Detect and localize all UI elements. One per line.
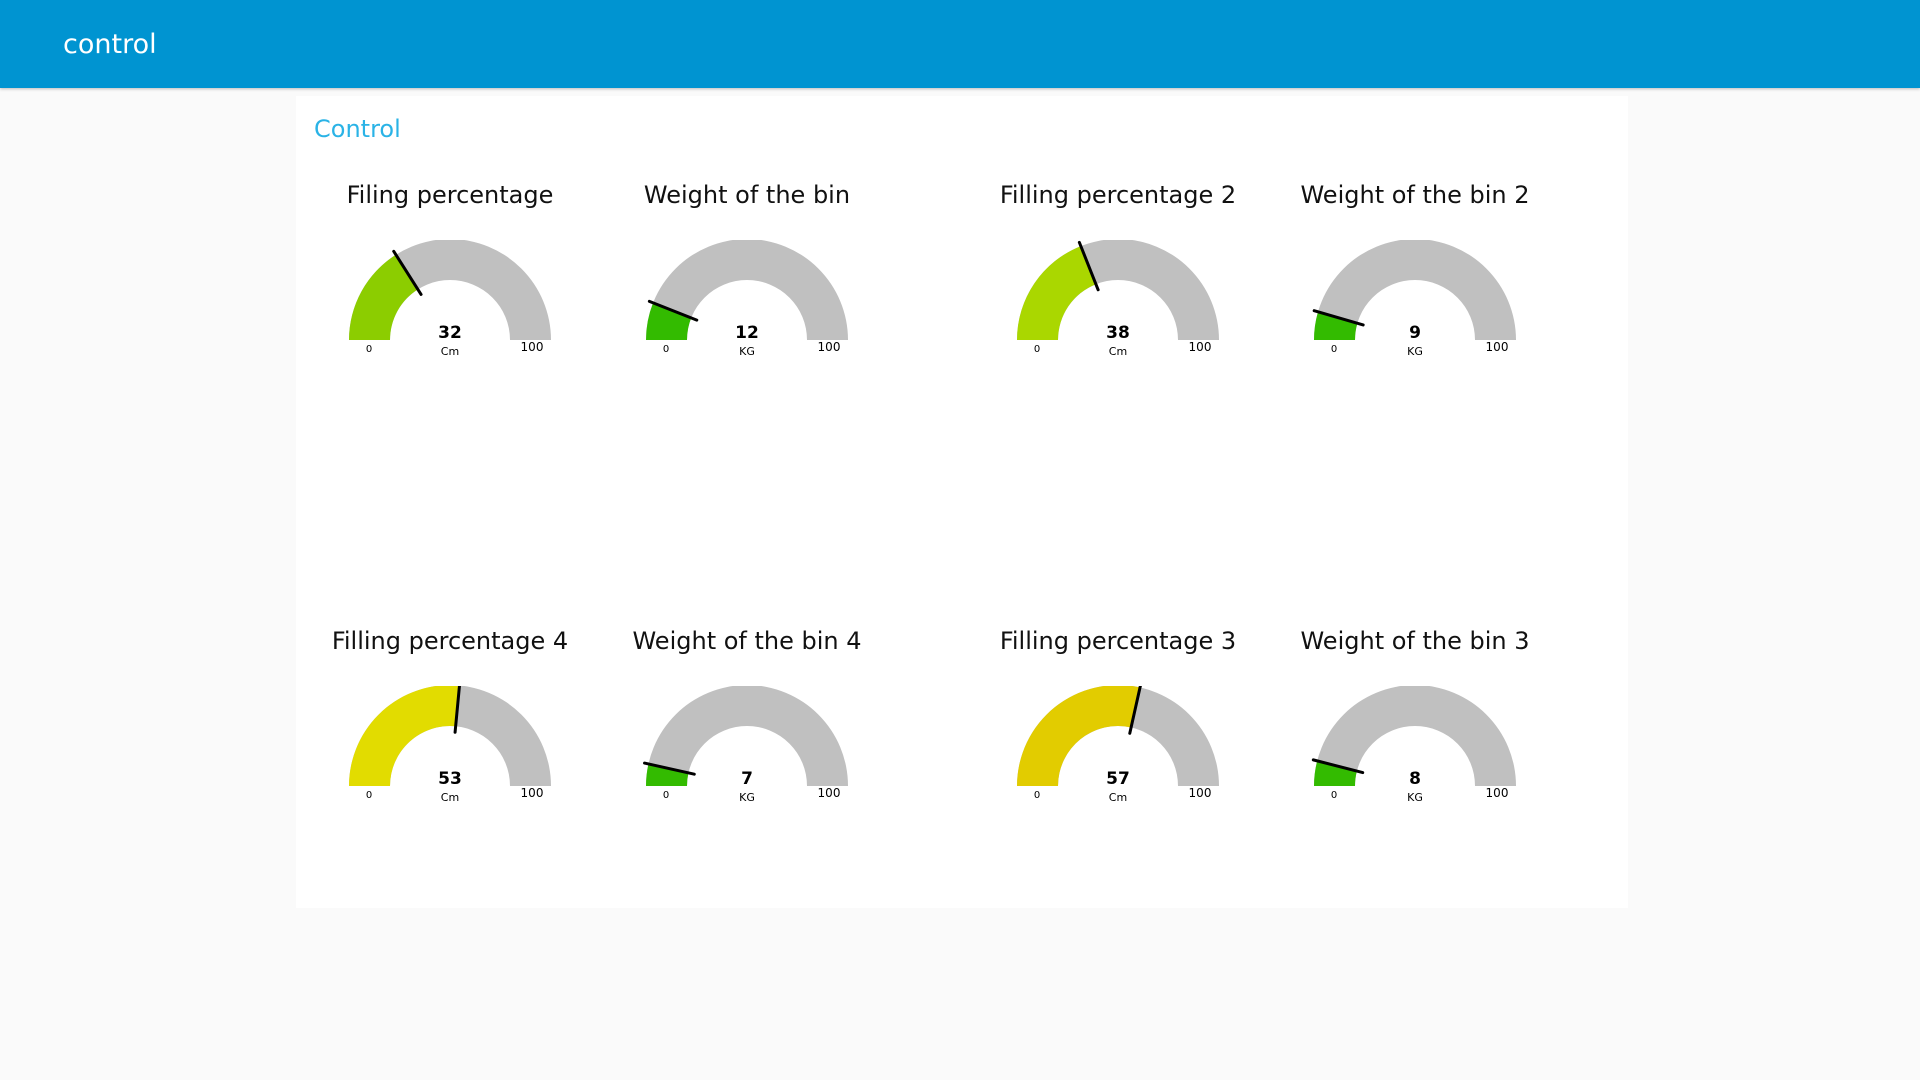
gauge-weight-of-the-bin-3: Weight of the bin 3 8 KG 0 100 xyxy=(1275,626,1555,886)
gauge-title: Weight of the bin 4 xyxy=(632,627,862,655)
gauge-title: Filling percentage 4 xyxy=(331,627,569,655)
gauge-svg: 38 Cm 0 100 xyxy=(1017,240,1219,358)
gauge-value: 12 xyxy=(735,323,759,343)
gauge-svg: 9 KG 0 100 xyxy=(1312,240,1516,358)
gauge-weight-of-the-bin-2: Weight of the bin 2 9 KG 0 100 xyxy=(1275,180,1555,440)
gauge-min-label: 0 xyxy=(663,790,669,801)
gauge-min-label: 0 xyxy=(1034,344,1040,355)
gauge-filling-percentage-3: Filling percentage 3 57 Cm 0 100 xyxy=(978,626,1258,886)
gauge-title: Weight of the bin 2 xyxy=(1300,181,1530,209)
gauge-value: 57 xyxy=(1106,769,1130,789)
gauge-svg: 7 KG 0 100 xyxy=(643,686,848,804)
gauge-filling-percentage-2: Filling percentage 2 38 Cm 0 100 xyxy=(978,180,1258,440)
gauge-units: KG xyxy=(739,345,755,358)
gauge-value: 9 xyxy=(1409,323,1421,343)
gauge-svg: 57 Cm 0 100 xyxy=(1017,686,1219,804)
gauge-max-label: 100 xyxy=(1189,786,1212,800)
gauge-max-label: 100 xyxy=(521,786,544,800)
gauge-value: 7 xyxy=(741,769,753,789)
gauge-weight-of-the-bin: Weight of the bin 12 KG 0 100 xyxy=(607,180,887,440)
gauge-weight-of-the-bin-4: Weight of the bin 4 7 KG 0 100 xyxy=(607,626,887,886)
gauge-title: Filling percentage 3 xyxy=(999,627,1237,655)
gauge-filling-percentage-4: Filling percentage 4 53 Cm 0 100 xyxy=(310,626,590,886)
gauge-units: Cm xyxy=(441,791,459,804)
gauge-title: Filling percentage 2 xyxy=(999,181,1237,209)
gauge-units: KG xyxy=(1407,345,1423,358)
gauge-min-label: 0 xyxy=(1034,790,1040,801)
gauge-max-label: 100 xyxy=(818,786,841,800)
gauge-units: KG xyxy=(1407,791,1423,804)
gauge-min-label: 0 xyxy=(1331,790,1337,801)
gauge-title: Weight of the bin 3 xyxy=(1300,627,1530,655)
app-title: control xyxy=(63,29,157,60)
gauge-title: Filing percentage xyxy=(346,181,554,209)
gauge-min-label: 0 xyxy=(366,344,372,355)
gauge-units: Cm xyxy=(441,345,459,358)
gauge-title: Weight of the bin xyxy=(643,181,851,209)
gauge-svg: 12 KG 0 100 xyxy=(646,240,848,358)
panel-title: Control xyxy=(314,115,401,143)
gauge-value: 8 xyxy=(1409,769,1421,789)
gauge-units: KG xyxy=(739,791,755,804)
gauge-units: Cm xyxy=(1109,791,1127,804)
gauge-svg: 32 Cm 0 100 xyxy=(349,240,551,358)
gauge-units: Cm xyxy=(1109,345,1127,358)
gauge-max-label: 100 xyxy=(1486,340,1509,354)
gauge-min-label: 0 xyxy=(1331,344,1337,355)
gauge-filling-percentage: Filing percentage 32 Cm 0 100 xyxy=(310,180,590,440)
gauge-max-label: 100 xyxy=(1486,786,1509,800)
gauge-svg: 53 Cm 0 100 xyxy=(349,686,551,804)
gauge-value: 53 xyxy=(438,769,462,789)
gauge-value: 32 xyxy=(438,323,462,343)
gauge-max-label: 100 xyxy=(1189,340,1212,354)
gauge-svg: 8 KG 0 100 xyxy=(1311,686,1516,804)
gauge-max-label: 100 xyxy=(521,340,544,354)
gauge-fill xyxy=(1017,246,1096,340)
control-panel: Control Filing percentage 32 Cm 0 100 Weight… xyxy=(296,96,1628,908)
gauge-max-label: 100 xyxy=(818,340,841,354)
gauge-min-label: 0 xyxy=(663,344,669,355)
top-bar: control xyxy=(0,0,1920,88)
gauge-min-label: 0 xyxy=(366,790,372,801)
gauge-value: 38 xyxy=(1106,323,1130,343)
